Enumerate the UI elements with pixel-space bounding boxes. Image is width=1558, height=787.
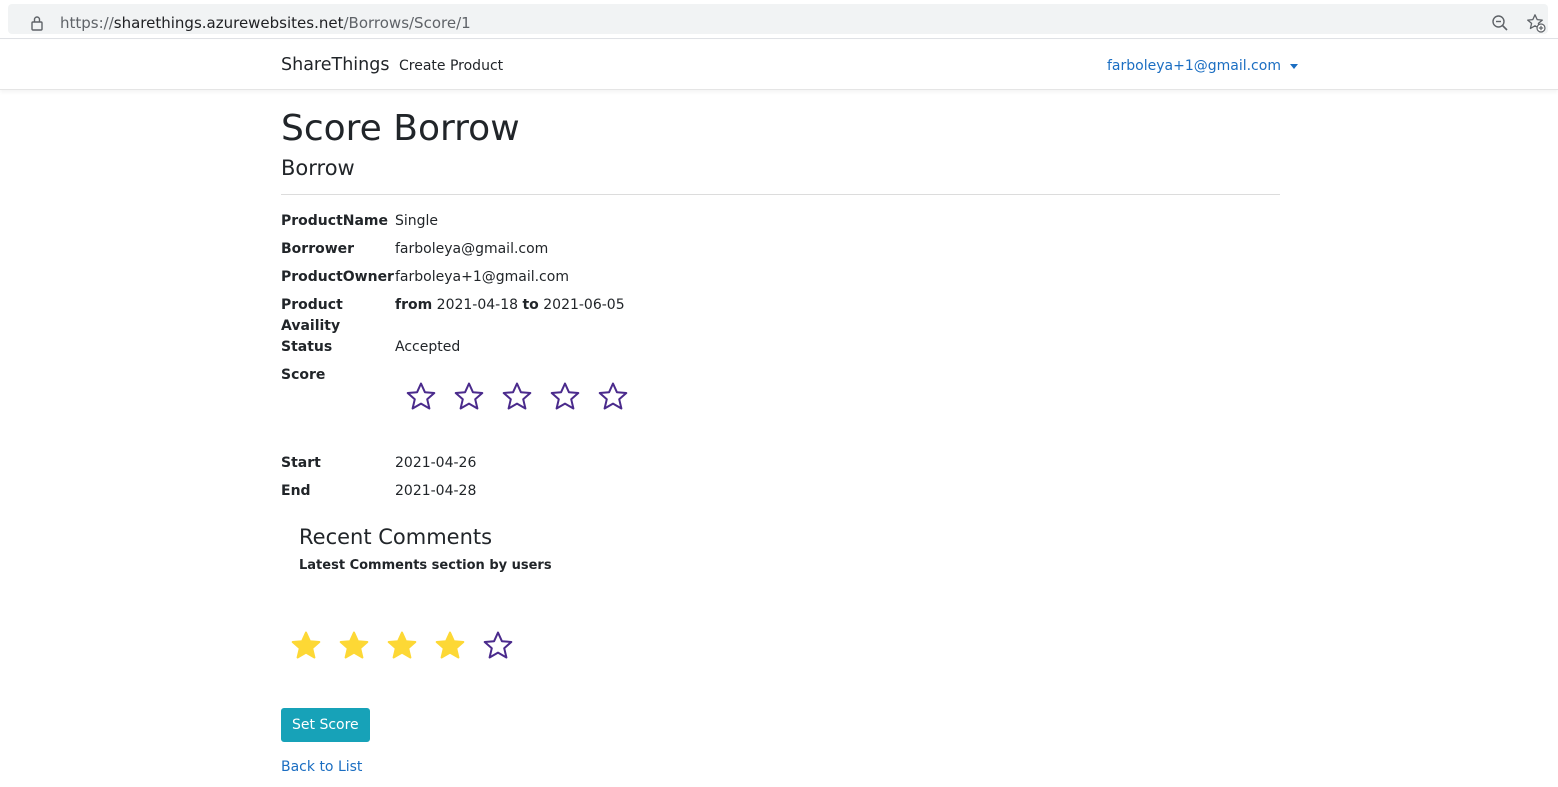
zoom-out-icon[interactable] [1491, 14, 1509, 36]
star-icon [549, 381, 581, 413]
add-favorite-icon[interactable] [1526, 13, 1546, 37]
rating-input[interactable] [290, 630, 514, 662]
product-name-label: ProductName [281, 213, 389, 229]
product-name-value: Single [395, 213, 439, 229]
owner-label: ProductOwner [281, 269, 394, 285]
brand-link[interactable]: ShareThings [281, 55, 389, 75]
availability-label: Product Availity [281, 295, 391, 337]
owner-value: farboleya+1@gmail.com [395, 269, 569, 285]
lock-icon[interactable] [30, 15, 44, 35]
star-icon [501, 381, 533, 413]
end-value: 2021-04-28 [395, 483, 477, 499]
browser-toolbar: https://sharethings.azurewebsites.net/Bo… [0, 0, 1558, 39]
back-to-list-link[interactable]: Back to List [281, 759, 362, 775]
star-icon [597, 381, 629, 413]
status-value: Accepted [395, 339, 461, 355]
star-icon [453, 381, 485, 413]
url-text[interactable]: https://sharethings.azurewebsites.net/Bo… [60, 14, 471, 32]
borrower-label: Borrower [281, 241, 355, 257]
star-icon[interactable] [434, 630, 466, 662]
site-navbar: ShareThings Create Product farboleya+1@g… [0, 40, 1558, 90]
section-title: Borrow [281, 156, 355, 180]
set-score-button[interactable]: Set Score [281, 708, 370, 742]
borrower-value: farboleya@gmail.com [395, 241, 549, 257]
to-word: to [522, 297, 539, 313]
address-bar[interactable]: https://sharethings.azurewebsites.net/Bo… [8, 4, 1548, 34]
caret-down-icon [1289, 63, 1298, 69]
from-word: from [395, 297, 433, 313]
availability-label-line2: Availity [281, 318, 341, 334]
comments-title: Recent Comments [299, 525, 493, 549]
end-label: End [281, 483, 311, 499]
availability-label-line1: Product [281, 297, 343, 313]
star-icon[interactable] [338, 630, 370, 662]
divider [281, 194, 1280, 195]
status-label: Status [281, 339, 333, 355]
availability-from: 2021-04-18 [436, 297, 519, 313]
star-icon [405, 381, 437, 413]
nav-create-product[interactable]: Create Product [399, 58, 503, 74]
comments-subtitle: Latest Comments section by users [299, 558, 552, 573]
url-host: sharethings.azurewebsites.net [113, 14, 344, 32]
user-email: farboleya+1@gmail.com [1107, 58, 1281, 74]
start-value: 2021-04-26 [395, 455, 477, 471]
user-dropdown[interactable]: farboleya+1@gmail.com [1107, 58, 1298, 74]
score-display-stars [405, 381, 629, 413]
star-icon[interactable] [482, 630, 514, 662]
score-label: Score [281, 367, 326, 383]
url-path: /Borrows/Score/1 [343, 14, 471, 32]
star-icon[interactable] [290, 630, 322, 662]
availability-to: 2021-06-05 [543, 297, 625, 313]
page-title: Score Borrow [281, 108, 520, 149]
availability-value: from 2021-04-18 to 2021-06-05 [395, 295, 625, 316]
url-scheme: https:// [60, 14, 114, 32]
start-label: Start [281, 455, 321, 471]
star-icon[interactable] [386, 630, 418, 662]
